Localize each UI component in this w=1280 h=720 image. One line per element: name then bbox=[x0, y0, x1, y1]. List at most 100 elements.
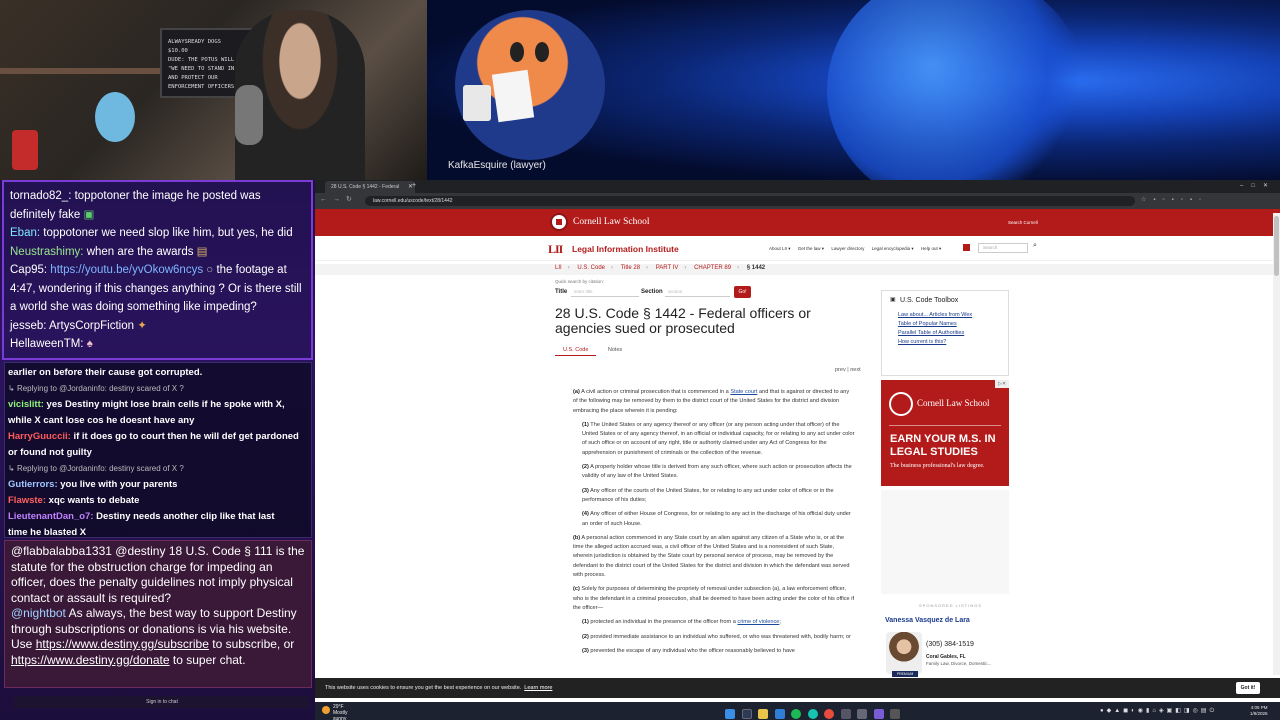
title-input[interactable]: enter title bbox=[571, 287, 639, 297]
clock[interactable]: 4:05 PM 1/9/2026 bbox=[1250, 705, 1268, 717]
nav-lawyer-directory[interactable]: Lawyer directory bbox=[831, 246, 864, 251]
search-cornell-link[interactable]: Search Cornell bbox=[1008, 220, 1038, 225]
chat-username[interactable]: HellaweenTM: bbox=[10, 338, 84, 350]
nav-legal-encyclopedia[interactable]: Legal encyclopedia ▾ bbox=[872, 246, 914, 251]
chat-line: HarryGuuccii: if it does go to court the… bbox=[8, 429, 308, 445]
lawyer-phone[interactable]: (305) 384-1519 bbox=[926, 641, 974, 648]
start-icon[interactable] bbox=[725, 708, 735, 719]
chat-username[interactable]: Flawste: bbox=[8, 495, 46, 506]
subscribe-link[interactable]: https://www.destiny.gg/subscribe bbox=[36, 637, 209, 651]
app-icon[interactable] bbox=[840, 708, 851, 719]
chrome-icon[interactable] bbox=[824, 708, 834, 719]
chat-username[interactable]: jesseb: bbox=[10, 320, 46, 332]
webcam-feed: ALWAYSREADY DOGS $10.00 DUDE: THE POTUS … bbox=[0, 0, 427, 180]
chat-link[interactable]: https://youtu.be/yvOkow6ncys bbox=[50, 264, 203, 276]
toolbox-link[interactable]: Parallel Table of Authorities bbox=[898, 329, 972, 338]
cornell-seal-icon[interactable] bbox=[550, 213, 568, 231]
search-icon[interactable]: ⌕ bbox=[1033, 242, 1037, 250]
ad-headline: EARN YOUR M.S. IN LEGAL STUDIES bbox=[890, 433, 996, 458]
crumb-title28[interactable]: Title 28 bbox=[621, 265, 640, 271]
emote-icon: ▤ bbox=[196, 245, 208, 258]
chat-username[interactable]: LieutenantDan_o7: bbox=[8, 511, 94, 522]
nav-buttons[interactable]: ←→↻ bbox=[320, 195, 358, 203]
crumb-lii[interactable]: LII bbox=[555, 265, 562, 271]
scrollbar[interactable] bbox=[1273, 213, 1280, 675]
url-field[interactable]: law.cornell.edu/uscode/text/28/1442 bbox=[365, 196, 1135, 206]
spotify-icon[interactable] bbox=[791, 708, 801, 719]
apps-grid-icon[interactable] bbox=[963, 244, 970, 251]
definition-link[interactable]: crime of violence bbox=[737, 619, 779, 625]
statute-text-run: Solely for purposes of determining the p… bbox=[573, 586, 855, 611]
chat-text: xqc wants to debate bbox=[48, 495, 140, 506]
chat-username[interactable]: Cap95: bbox=[10, 264, 47, 276]
donate-link[interactable]: https://www.destiny.gg/donate bbox=[11, 653, 170, 667]
tab-title: 28 U.S. Code § 1442 - Federal bbox=[331, 184, 400, 190]
definition-link[interactable]: State court bbox=[730, 389, 757, 395]
paragraph-a1: (1) The United States or any agency ther… bbox=[582, 421, 855, 458]
chat-username[interactable]: @flabbalabba1331 bbox=[11, 544, 112, 558]
toolbox-link[interactable]: How current is this? bbox=[898, 338, 972, 347]
chat-username[interactable]: Eban: bbox=[10, 227, 40, 239]
section-input[interactable]: section bbox=[665, 287, 730, 297]
chat-username[interactable]: @nightbot bbox=[11, 606, 66, 620]
app-icon[interactable] bbox=[873, 708, 884, 719]
learn-more-link[interactable]: Learn more bbox=[524, 685, 552, 691]
subsection-c: (c) Solely for purposes of determining t… bbox=[573, 585, 855, 613]
chat-line: Flawste: xqc wants to debate bbox=[8, 493, 308, 509]
file-explorer-icon[interactable] bbox=[758, 708, 768, 719]
lii-logo[interactable]: LII bbox=[548, 242, 563, 257]
chat-username[interactable]: vicislitt: bbox=[8, 399, 44, 410]
toolbox-link[interactable]: Table of Popular Names bbox=[898, 320, 972, 329]
next-link[interactable]: next bbox=[850, 367, 860, 373]
nav-get-the-law[interactable]: Get the law ▾ bbox=[798, 246, 824, 251]
chat-message: @flabbalabba1331 @destiny 18 U.S. Code §… bbox=[11, 544, 305, 606]
lii-name[interactable]: Legal Information Institute bbox=[572, 244, 679, 254]
scrollbar-thumb[interactable] bbox=[1274, 216, 1279, 276]
sign-in-to-chat-button[interactable]: Sign in to chat bbox=[14, 696, 310, 708]
lawyer-photo[interactable] bbox=[886, 632, 922, 674]
cornell-brand[interactable]: Cornell Law School bbox=[573, 217, 650, 227]
paragraph-a3: (3) Any officer of the courts of the Uni… bbox=[582, 487, 855, 506]
chat-line: Gutierrors: you live with your parents bbox=[8, 477, 308, 493]
nav-about[interactable]: About LII ▾ bbox=[769, 246, 791, 251]
ad-subtext: The business professional's law degree. bbox=[890, 463, 985, 469]
settings-icon[interactable] bbox=[857, 708, 867, 719]
edge-icon[interactable] bbox=[774, 708, 785, 719]
chat-username[interactable]: Neustrashimy: bbox=[10, 246, 84, 258]
reply-icon: ↳ bbox=[8, 384, 17, 393]
premium-badge: PREMIUM bbox=[892, 671, 918, 677]
search-icon[interactable] bbox=[741, 708, 752, 719]
extension-icons[interactable]: ☆▪▫▪▫▪◦ bbox=[1141, 196, 1208, 203]
browser-window: 28 U.S. Code § 1442 - Federal ✕ + –□✕ ←→↻… bbox=[315, 180, 1280, 720]
prev-link[interactable]: prev bbox=[835, 367, 846, 373]
chat-message: Cap95: https://youtu.be/yvOkow6ncys ○ th… bbox=[10, 261, 305, 317]
statute-text-run: ; bbox=[779, 619, 781, 626]
tab-us-code[interactable]: U.S. Code bbox=[555, 345, 597, 356]
system-tray[interactable]: ●◆▲◼◐◉▮⌂◈▣◧◨◎▤⏻ bbox=[1100, 707, 1217, 715]
address-bar-row: ←→↻ law.cornell.edu/uscode/text/28/1442 … bbox=[315, 193, 1280, 209]
sponsored-label: SPONSORED LISTINGS bbox=[919, 603, 982, 608]
ad-close-icon[interactable]: ▷✕ bbox=[995, 380, 1009, 388]
paragraph-label: (3) bbox=[582, 487, 589, 494]
statute-text-run: Any officer of the courts of the United … bbox=[582, 487, 834, 503]
crumb-chapter[interactable]: CHAPTER 89 bbox=[694, 265, 731, 271]
app-icon[interactable] bbox=[807, 708, 818, 719]
chat-username[interactable]: tornado82_: bbox=[10, 190, 71, 202]
ad-banner[interactable]: ▷✕ Cornell Law School EARN YOUR M.S. IN … bbox=[881, 380, 1009, 486]
new-tab-icon[interactable]: + bbox=[412, 180, 416, 192]
crumb-uscode[interactable]: U.S. Code bbox=[577, 265, 605, 271]
tab-notes[interactable]: Notes bbox=[602, 345, 628, 355]
app-icon[interactable] bbox=[890, 708, 900, 719]
window-controls[interactable]: –□✕ bbox=[1240, 180, 1276, 192]
nav-help-out[interactable]: Help out ▾ bbox=[921, 246, 941, 251]
chat-username[interactable]: Gutierrors: bbox=[8, 479, 58, 490]
site-search-input[interactable]: Search bbox=[978, 243, 1028, 253]
lawyer-location: Coral Gables, FL bbox=[926, 654, 966, 660]
go-button[interactable]: Go! bbox=[734, 286, 751, 298]
browser-tab[interactable]: 28 U.S. Code § 1442 - Federal ✕ bbox=[325, 181, 415, 193]
cookie-accept-button[interactable]: Got it! bbox=[1236, 682, 1260, 694]
toolbox-link[interactable]: Law about... Articles from Wex bbox=[898, 311, 972, 320]
lawyer-name[interactable]: Vanessa Vasquez de Lara bbox=[885, 617, 970, 624]
crumb-part[interactable]: PART IV bbox=[656, 265, 679, 271]
chat-username[interactable]: HarryGuuccii: bbox=[8, 431, 71, 442]
